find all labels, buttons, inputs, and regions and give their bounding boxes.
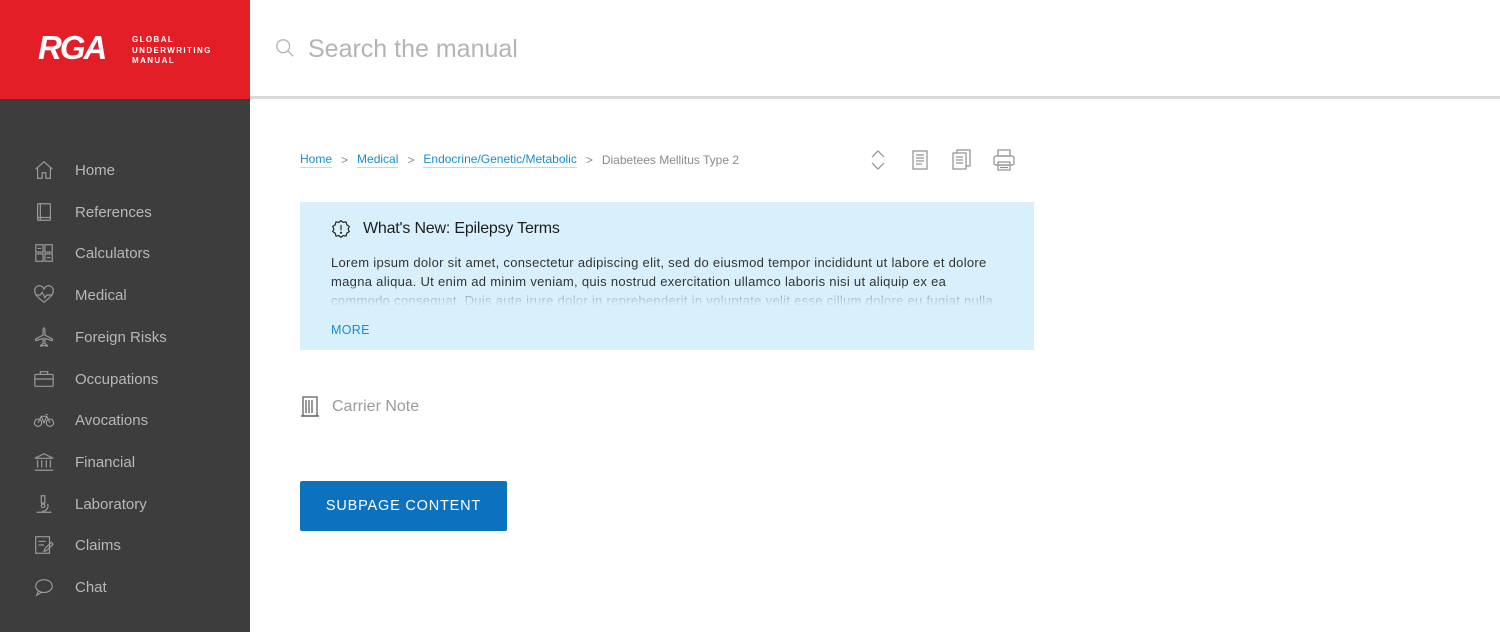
header bbox=[250, 0, 1500, 99]
sidebar-item-references[interactable]: References bbox=[0, 192, 250, 232]
logo-text-line: MANUAL bbox=[132, 56, 176, 65]
sidebar-item-label: Medical bbox=[75, 286, 127, 304]
book-icon bbox=[32, 200, 56, 224]
sidebar-item-calculators[interactable]: Calculators bbox=[0, 233, 250, 273]
sidebar-item-label: Avocations bbox=[75, 411, 149, 429]
bank-icon bbox=[32, 450, 56, 474]
sidebar-item-label: Financial bbox=[75, 453, 136, 471]
subpage-content-button[interactable]: SUBPAGE CONTENT bbox=[300, 481, 507, 531]
sidebar-item-label: Occupations bbox=[75, 370, 159, 388]
sidebar: Home References Calculators Medical Fore… bbox=[0, 99, 250, 632]
sidebar-item-foreign-risks[interactable]: Foreign Risks bbox=[0, 317, 250, 357]
whats-new-notice: What's New: Epilepsy Terms Lorem ipsum d… bbox=[300, 202, 1034, 350]
microscope-icon bbox=[32, 492, 56, 516]
search-icon[interactable] bbox=[274, 37, 298, 61]
logo-text-line: UNDERWRITING bbox=[132, 45, 212, 55]
edit-document-icon bbox=[32, 533, 56, 557]
home-icon bbox=[32, 158, 56, 182]
bicycle-icon bbox=[32, 408, 56, 432]
chat-bubble-icon bbox=[32, 575, 56, 599]
airplane-icon bbox=[32, 325, 56, 349]
sidebar-item-label: Foreign Risks bbox=[75, 328, 167, 346]
sidebar-item-home[interactable]: Home bbox=[0, 150, 250, 190]
notice-title: What's New: Epilepsy Terms bbox=[363, 220, 560, 237]
breadcrumb-link-home[interactable]: Home bbox=[300, 152, 333, 168]
logo-text-line: GLOBAL bbox=[132, 35, 175, 44]
sidebar-item-label: References bbox=[75, 203, 152, 221]
breadcrumb-separator: > bbox=[407, 153, 415, 167]
sidebar-item-label: Chat bbox=[75, 578, 107, 596]
breadcrumb-separator: > bbox=[341, 153, 349, 167]
sidebar-item-label: Calculators bbox=[75, 244, 151, 262]
briefcase-icon bbox=[32, 367, 56, 391]
building-icon bbox=[300, 395, 320, 417]
breadcrumb-link-medical[interactable]: Medical bbox=[357, 152, 399, 168]
sidebar-item-laboratory[interactable]: Laboratory bbox=[0, 484, 250, 524]
notice-more-link[interactable]: MORE bbox=[331, 323, 370, 337]
documents-icon[interactable] bbox=[950, 148, 974, 172]
breadcrumb: Home > Medical > Endocrine/Genetic/Metab… bbox=[300, 152, 739, 168]
sidebar-item-avocations[interactable]: Avocations bbox=[0, 400, 250, 440]
sidebar-item-claims[interactable]: Claims bbox=[0, 525, 250, 565]
expand-collapse-icon[interactable] bbox=[866, 148, 890, 172]
search-input[interactable] bbox=[308, 28, 908, 70]
calculator-icon bbox=[32, 241, 56, 265]
notice-fade bbox=[331, 286, 1001, 306]
logo-block[interactable]: RGA GLOBAL UNDERWRITING MANUAL bbox=[0, 0, 250, 99]
breadcrumb-link-endocrine[interactable]: Endocrine/Genetic/Metabolic bbox=[423, 152, 577, 168]
sidebar-item-occupations[interactable]: Occupations bbox=[0, 359, 250, 399]
sidebar-item-label: Laboratory bbox=[75, 495, 147, 513]
breadcrumb-current: Diabetees Mellitus Type 2 bbox=[601, 153, 740, 167]
logo-text: GLOBAL UNDERWRITING MANUAL bbox=[132, 35, 212, 67]
sidebar-item-financial[interactable]: Financial bbox=[0, 442, 250, 482]
document-icon[interactable] bbox=[908, 148, 932, 172]
breadcrumb-separator: > bbox=[585, 153, 593, 167]
sidebar-item-label: Claims bbox=[75, 536, 121, 554]
print-icon[interactable] bbox=[992, 148, 1016, 172]
alert-badge-icon bbox=[331, 219, 351, 239]
logo-mark: RGA bbox=[38, 29, 107, 66]
sidebar-item-medical[interactable]: Medical bbox=[0, 275, 250, 315]
sidebar-item-label: Home bbox=[75, 161, 116, 179]
heartbeat-icon bbox=[32, 283, 56, 307]
carrier-note-label: Carrier Note bbox=[332, 398, 420, 415]
sidebar-item-chat[interactable]: Chat bbox=[0, 567, 250, 607]
